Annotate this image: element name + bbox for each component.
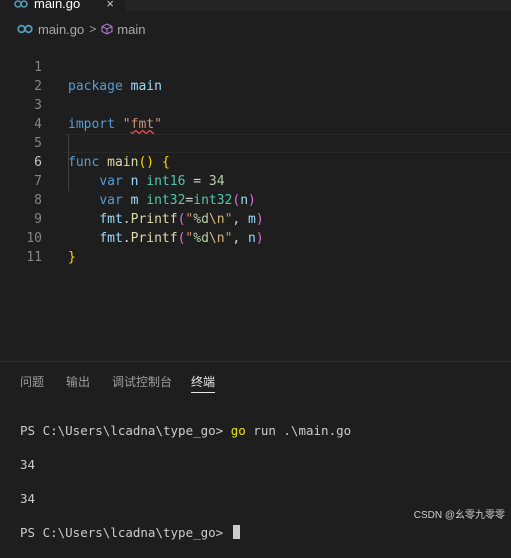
tab-main-go[interactable]: main.go × [0, 0, 126, 11]
code-line: 3 import "fmt" [0, 77, 511, 132]
code-line: 4 [0, 96, 511, 132]
tab-output[interactable]: 输出 [66, 373, 90, 390]
code-line: 10 } [0, 210, 511, 265]
code-line: 1 package main [0, 39, 511, 94]
tab-problems[interactable]: 问题 [20, 373, 44, 390]
go-file-icon [14, 0, 28, 11]
symbol-method-icon [101, 23, 113, 35]
terminal-prompt: PS C:\Users\lcadna\type_go> [20, 525, 231, 540]
tab-debug-console[interactable]: 调试控制台 [112, 373, 172, 390]
active-tab-indicator [191, 392, 215, 393]
terminal-command-args: run .\main.go [245, 423, 352, 438]
code-line: 11 [0, 229, 511, 265]
breadcrumb-symbol[interactable]: main [117, 22, 145, 37]
watermark: CSDN @幺零九零零 [413, 510, 505, 521]
code-line: 7 var m int32=int32(n) [0, 153, 511, 208]
breadcrumb: main.go > main [0, 19, 511, 39]
chevron-right-icon: > [89, 22, 97, 36]
terminal-output: 34 [20, 457, 36, 472]
line-number: 11 [26, 250, 42, 265]
code-line: 8 fmt.Printf("%d\n", m) [0, 172, 511, 227]
tab-terminal[interactable]: 终端 [191, 373, 215, 390]
panel-tab-bar: 问题 输出 调试控制台 终端 [0, 362, 511, 398]
code-line: 5 func main() { [0, 115, 511, 170]
go-file-icon [17, 24, 33, 34]
terminal-output: 34 [20, 491, 36, 506]
terminal-prompt: PS C:\Users\lcadna\type_go> [20, 423, 231, 438]
breadcrumb-file[interactable]: main.go [38, 22, 84, 37]
close-icon[interactable]: × [106, 0, 114, 11]
code-editor[interactable]: 1 package main 2 3 import "fmt" 4 5 func… [0, 39, 511, 359]
code-line: 2 [0, 58, 511, 94]
tab-label: main.go [34, 0, 81, 11]
brace: } [68, 250, 76, 265]
terminal-cursor [232, 525, 240, 539]
terminal-command: go [230, 423, 246, 438]
code-line: 6 var n int16 = 34 [0, 134, 511, 189]
editor-tab-strip: main.go × [0, 0, 511, 11]
terminal[interactable]: PS C:\Users\lcadna\type_go> go run .\mai… [20, 405, 351, 558]
terminal-line: PS C:\Users\lcadna\type_go> go run .\mai… [20, 422, 351, 439]
code-line: 9 fmt.Printf("%d\n", n) [0, 191, 511, 246]
